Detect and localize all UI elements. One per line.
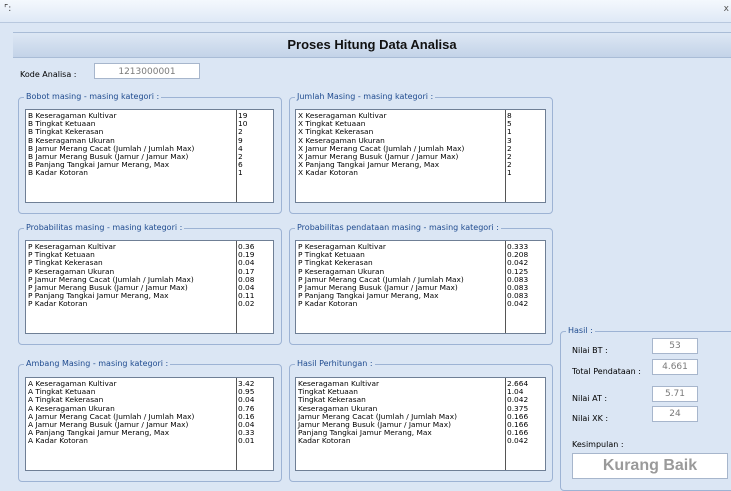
- nilai-xk-label: Nilai XK :: [572, 414, 609, 423]
- list-item[interactable]: X Kadar Kotoran 1: [296, 169, 545, 177]
- list-item-label: B Kadar Kotoran: [28, 168, 88, 178]
- perhitungan-legend: Hasil Perhitungan :: [295, 359, 375, 368]
- bobot-list[interactable]: B Keseragaman Kultivar 19 B Tingkat Ketuaa…: [25, 109, 274, 203]
- list-item-label: P Kadar Kotoran: [298, 299, 358, 309]
- list-item-value: 1: [238, 168, 243, 178]
- nilai-bt-field[interactable]: 53: [652, 338, 698, 354]
- list-item[interactable]: A Kadar Kotoran 0.01: [26, 437, 273, 445]
- prob-list[interactable]: P Keseragaman Kultivar 0.36 P Tingkat Ketu…: [25, 240, 274, 334]
- list-item-value: 0.042: [507, 299, 529, 309]
- list-item-label: X Kadar Kotoran: [298, 168, 358, 178]
- perhitungan-list[interactable]: Keseragaman Kultivar 2.664 Tingkat Ketuaan…: [295, 377, 546, 471]
- prob-legend: Probabilitas masing - masing kategori :: [24, 223, 185, 232]
- hasil-legend: Hasil :: [566, 326, 595, 335]
- nilai-bt-label: Nilai BT :: [572, 346, 608, 355]
- title-bar: ⌜: x: [0, 0, 731, 23]
- list-item[interactable]: P Kadar Kotoran 0.042: [296, 300, 545, 308]
- bobot-legend: Bobot masing - masing kategori :: [24, 92, 162, 101]
- list-item[interactable]: P Kadar Kotoran 0.02: [26, 300, 273, 308]
- app-icon[interactable]: ⌜:: [4, 4, 11, 14]
- nilai-xk-field[interactable]: 24: [652, 406, 698, 422]
- probpend-legend: Probabilitas pendataan masing - masing k…: [295, 223, 501, 232]
- list-item-value: 0.02: [238, 299, 255, 309]
- kesimpulan-field[interactable]: Kurang Baik: [572, 453, 728, 479]
- list-item-label: P Kadar Kotoran: [28, 299, 88, 309]
- kode-analisa-label: Kode Analisa :: [20, 70, 77, 79]
- ambang-legend: Ambang Masing - masing kategori :: [24, 359, 171, 368]
- list-item-value: 0.042: [507, 436, 529, 446]
- probpend-list[interactable]: P Keseragaman Kultivar 0.333 P Tingkat Ket…: [295, 240, 546, 334]
- total-pendataan-label: Total Pendataan :: [572, 367, 641, 376]
- list-item-value: 0.01: [238, 436, 255, 446]
- total-pendataan-field[interactable]: 4.661: [652, 359, 698, 375]
- form-header: Proses Hitung Data Analisa: [13, 32, 731, 58]
- nilai-at-label: Nilai AT :: [572, 394, 608, 403]
- jumlah-list[interactable]: X Keseragaman Kultivar 8 X Tingkat Ketuaan…: [295, 109, 546, 203]
- list-item[interactable]: B Kadar Kotoran 1: [26, 169, 273, 177]
- kode-analisa-field[interactable]: 1213000001: [94, 63, 200, 79]
- list-item[interactable]: Kadar Kotoran 0.042: [296, 437, 545, 445]
- list-item-label: A Kadar Kotoran: [28, 436, 88, 446]
- close-icon[interactable]: x: [724, 4, 729, 14]
- ambang-list[interactable]: A Keseragaman Kultivar 3.42 A Tingkat Ketu…: [25, 377, 274, 471]
- page-title: Proses Hitung Data Analisa: [287, 37, 457, 52]
- jumlah-legend: Jumlah Masing - masing kategori :: [295, 92, 436, 101]
- list-item-value: 1: [507, 168, 512, 178]
- kesimpulan-label: Kesimpulan :: [572, 440, 624, 449]
- nilai-at-field[interactable]: 5.71: [652, 386, 698, 402]
- list-item-label: Kadar Kotoran: [298, 436, 351, 446]
